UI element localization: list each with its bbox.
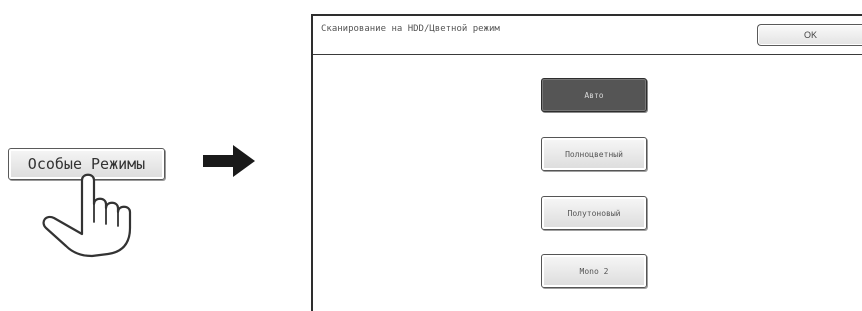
arrow-right-icon — [203, 145, 255, 177]
grayscale-mode-button[interactable]: Полутоновый — [541, 196, 647, 230]
hand-pointer-icon — [42, 173, 132, 258]
auto-mode-button[interactable]: Авто — [541, 78, 647, 112]
screen-title: Сканирование на HDD/Цветной режим — [321, 24, 500, 34]
color-mode-screen: Сканирование на HDD/Цветной режим OK Авт… — [311, 14, 862, 311]
ok-button[interactable]: OK — [757, 24, 862, 46]
screen-header: Сканирование на HDD/Цветной режим OK — [313, 16, 862, 55]
mono2-mode-button[interactable]: Mono 2 — [541, 254, 647, 288]
full-color-mode-button[interactable]: Полноцветный — [541, 137, 647, 171]
